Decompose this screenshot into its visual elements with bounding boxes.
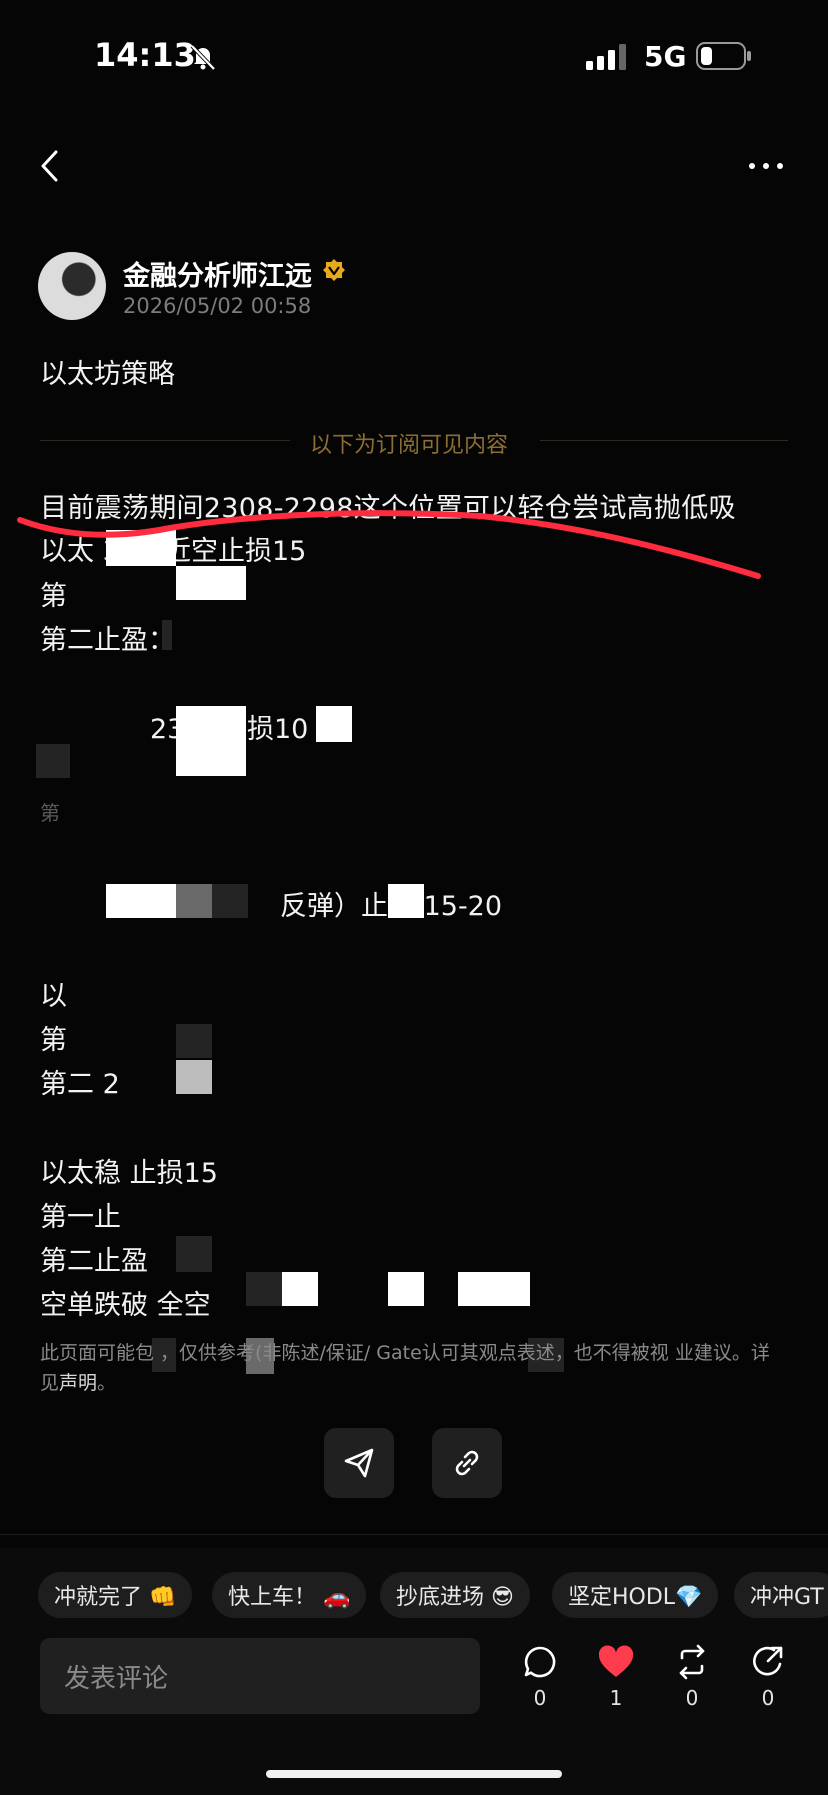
subscribe-divider-label: 以下为订阅可见内容 (310, 433, 509, 458)
verified-badge-icon (323, 259, 345, 281)
disclaimer: 此页面可能包 ，仅供参考(非陈述/保证/ Gate认可其观点表述，也不得被视 业… (40, 1338, 780, 1398)
comment-placeholder: 发表评论 (64, 1663, 169, 1694)
post-line: 第一止 (40, 1202, 121, 1233)
statement-link[interactable]: 声明 (59, 1372, 97, 1394)
post-date: 2026/05/02 00:58 (123, 294, 312, 318)
like-count: 1 (609, 1686, 623, 1710)
share-arrow-icon (753, 1646, 783, 1676)
redaction-block (176, 1024, 212, 1058)
send-icon (344, 1448, 374, 1478)
redaction-block (176, 1236, 212, 1272)
home-indicator (266, 1770, 562, 1778)
redaction-block (176, 884, 212, 918)
redaction-block (458, 1272, 530, 1306)
post-line: 以太稳 止损15 (40, 1158, 218, 1189)
redaction-block (106, 884, 176, 918)
repost-count: 0 (685, 1686, 699, 1710)
section-separator (0, 1534, 828, 1535)
more-icon[interactable] (746, 150, 786, 182)
redaction-block (176, 1060, 212, 1094)
redaction-block (282, 1272, 318, 1306)
redaction-block (162, 620, 172, 650)
author-name[interactable]: 金融分析师江远 (123, 254, 312, 293)
post-line: 以 (40, 981, 67, 1012)
post-line: 空单跌破 全空 (40, 1290, 211, 1321)
post-line: 第二止盈 (40, 1246, 148, 1277)
share-button[interactable] (324, 1428, 394, 1498)
divider-line-left (40, 440, 290, 441)
post-line: 第 (40, 1025, 67, 1056)
redaction-block (176, 706, 246, 776)
post-line: 第二止盈： (40, 625, 175, 656)
status-time: 14:13 (94, 36, 196, 74)
post-line: 第 (40, 801, 60, 825)
silent-bell-icon (190, 44, 216, 71)
redaction-block (246, 1272, 282, 1306)
comment-count: 0 (533, 1686, 547, 1710)
redaction-block (212, 884, 248, 918)
repost-icon (679, 1644, 705, 1680)
red-underline-annotation (17, 510, 761, 579)
reaction-chip[interactable]: 坚定HODL💎 (552, 1572, 719, 1618)
network-label: 5G (644, 40, 687, 73)
post-line: 第二 2 (40, 1069, 120, 1100)
comment-icon (524, 1646, 556, 1678)
post-title: 以太坊策略 (40, 359, 175, 390)
copy-link-button[interactable] (432, 1428, 502, 1498)
like-action[interactable]: 1 (594, 1644, 638, 1714)
divider-line-right (540, 440, 788, 441)
reaction-chip[interactable]: 冲就完了 👊 (38, 1572, 193, 1618)
avatar[interactable] (38, 252, 106, 320)
battery-icon (696, 42, 751, 70)
share-action[interactable]: 0 (746, 1644, 790, 1714)
redaction-block (316, 706, 352, 742)
disclaimer-end: 。 (97, 1372, 117, 1394)
back-icon[interactable] (36, 148, 64, 184)
link-icon (455, 1450, 479, 1476)
repost-action[interactable]: 0 (670, 1644, 714, 1714)
reaction-chip[interactable]: 抄底进场 😎 (380, 1572, 530, 1618)
redaction-block (388, 884, 424, 918)
reaction-chip[interactable]: 冲冲GT (734, 1572, 828, 1618)
signal-icon (586, 44, 626, 70)
share-count: 0 (761, 1686, 775, 1710)
redaction-block (388, 1272, 424, 1306)
reaction-chip[interactable]: 快上车！ 🚗 (212, 1572, 367, 1618)
disclaimer-text: 此页面可能包 ，仅供参考(非陈述/保证/ Gate认可其观点表述，也不得被视 业… (40, 1342, 770, 1394)
comment-input[interactable]: 发表评论 (40, 1638, 480, 1714)
redaction-block (36, 744, 70, 778)
comment-action[interactable]: 0 (518, 1644, 562, 1714)
heart-icon (598, 1645, 634, 1677)
